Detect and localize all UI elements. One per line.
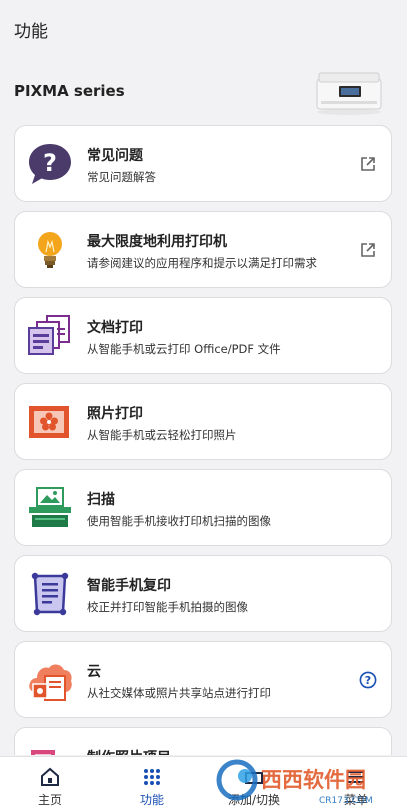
feature-desc: 使用智能手机接收打印机扫描的图像 (87, 514, 271, 528)
top-app-bar: 功能 (0, 0, 407, 56)
help-icon[interactable]: ? (359, 671, 377, 689)
feature-desc: 校正并打印智能手机拍摄的图像 (87, 600, 248, 614)
feature-card-document-print[interactable]: 文档打印 从智能手机或云打印 Office/PDF 文件 (14, 297, 392, 374)
feature-title: 智能手机复印 (87, 578, 171, 594)
feature-title: 常见问题 (87, 148, 143, 164)
nav-tab-functions[interactable]: 功能 (102, 757, 202, 809)
cloud-icon (29, 664, 72, 701)
nav-tab-home[interactable]: 主页 (0, 757, 100, 809)
external-link-icon (361, 157, 375, 171)
svg-text:?: ? (365, 674, 371, 687)
photo-print-icon (29, 406, 69, 438)
feature-title: 照片打印 (87, 406, 143, 422)
photo-project-icon (31, 750, 55, 755)
home-icon (41, 767, 59, 786)
svg-text:?: ? (43, 149, 57, 177)
printer-header[interactable]: PIXMA series (0, 66, 407, 118)
question-bubble-icon: ? (29, 144, 71, 184)
feature-desc: 常见问题解答 (87, 170, 156, 184)
external-link-icon (361, 243, 375, 257)
feature-desc: 请参阅建议的应用程序和提示以满足打印需求 (87, 256, 317, 270)
scan-icon (29, 487, 71, 527)
nav-tab-label: 主页 (37, 793, 62, 807)
printer-name: PIXMA series (14, 82, 125, 100)
document-print-icon (28, 315, 70, 355)
feature-title: 文档打印 (87, 320, 143, 336)
feature-card-smartphone-copy[interactable]: 智能手机复印 校正并打印智能手机拍摄的图像 (14, 555, 392, 632)
nav-tab-label: 功能 (139, 793, 164, 807)
feature-card-cloud[interactable]: 云 从社交媒体或照片共享站点进行打印 ? (14, 641, 392, 718)
feature-card-photo-print[interactable]: 照片打印 从智能手机或云轻松打印照片 (14, 383, 392, 460)
feature-card-scan[interactable]: 扫描 使用智能手机接收打印机扫描的图像 (14, 469, 392, 546)
feature-title: 扫描 (87, 492, 115, 508)
feature-card-photo-project[interactable]: 制作照片项目 (14, 727, 392, 755)
printer-image (316, 72, 382, 115)
feature-title: 云 (87, 664, 101, 680)
watermark-logo: 西西软件园 CR173.COM (216, 759, 373, 806)
smartphone-copy-icon (31, 572, 69, 616)
page-title: 功能 (14, 22, 48, 42)
feature-list: ? 常见问题 常见问题解答 最大限度地利用打印机 请参阅建议的应用程序和提示以满… (14, 125, 392, 755)
feature-desc: 从智能手机或云轻松打印照片 (87, 428, 237, 442)
feature-card-faq[interactable]: ? 常见问题 常见问题解答 (14, 125, 392, 202)
feature-title: 最大限度地利用打印机 (87, 234, 227, 250)
feature-desc: 从社交媒体或照片共享站点进行打印 (87, 686, 271, 700)
grid-icon (144, 769, 160, 785)
watermark-text: 西西软件园 (261, 768, 366, 792)
feature-desc: 从智能手机或云打印 Office/PDF 文件 (87, 342, 281, 356)
feature-title: 制作照片项目 (87, 747, 171, 755)
feature-card-printer-tips[interactable]: 最大限度地利用打印机 请参阅建议的应用程序和提示以满足打印需求 (14, 211, 392, 288)
watermark-subtext: CR173.COM (319, 796, 373, 806)
lightbulb-icon (38, 232, 62, 268)
